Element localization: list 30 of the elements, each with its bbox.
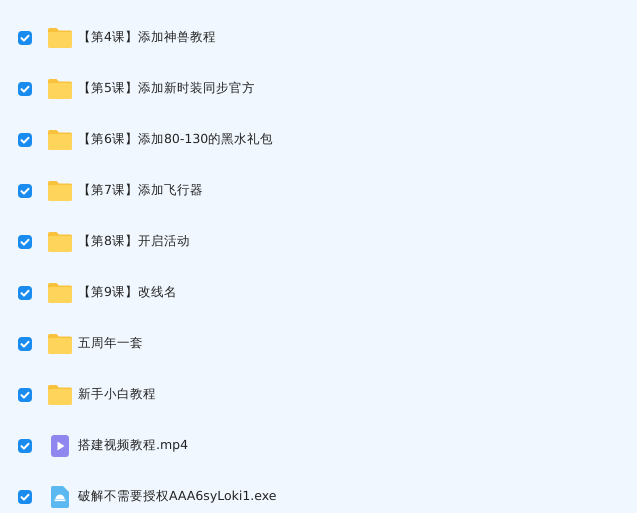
folder-icon	[47, 128, 73, 150]
checkbox[interactable]	[18, 30, 32, 44]
file-name: 五周年一套	[78, 335, 143, 352]
checkbox[interactable]	[18, 132, 32, 146]
file-name: 【第7课】添加飞行器	[78, 182, 203, 199]
video-file-icon	[51, 434, 69, 456]
folder-icon	[47, 180, 73, 202]
file-name: 搭建视频教程.mp4	[78, 437, 188, 454]
checkbox[interactable]	[18, 234, 32, 248]
checkbox[interactable]	[18, 490, 32, 504]
file-name: 【第8课】开启活动	[78, 233, 190, 250]
file-name: 新手小白教程	[78, 386, 156, 403]
folder-icon	[47, 230, 73, 252]
checkbox[interactable]	[18, 184, 32, 198]
file-name: 【第6课】添加80-130的黑水礼包	[78, 131, 274, 148]
checkbox[interactable]	[18, 82, 32, 96]
checkbox[interactable]	[18, 336, 32, 350]
folder-icon	[47, 282, 73, 304]
checkbox[interactable]	[18, 286, 32, 300]
checkbox[interactable]	[18, 388, 32, 402]
folder-icon	[47, 332, 73, 354]
checkbox[interactable]	[18, 438, 32, 452]
folder-icon	[47, 384, 73, 406]
file-name: 【第9课】改线名	[78, 284, 177, 301]
folder-icon	[47, 78, 73, 100]
file-name: 【第5课】添加新时装同步官方	[78, 80, 255, 97]
file-name: 【第4课】添加神兽教程	[78, 29, 216, 46]
executable-file-icon	[51, 486, 69, 508]
folder-icon	[47, 26, 73, 48]
file-name: 破解不需要授权AAA6syLoki1.exe	[78, 488, 276, 505]
